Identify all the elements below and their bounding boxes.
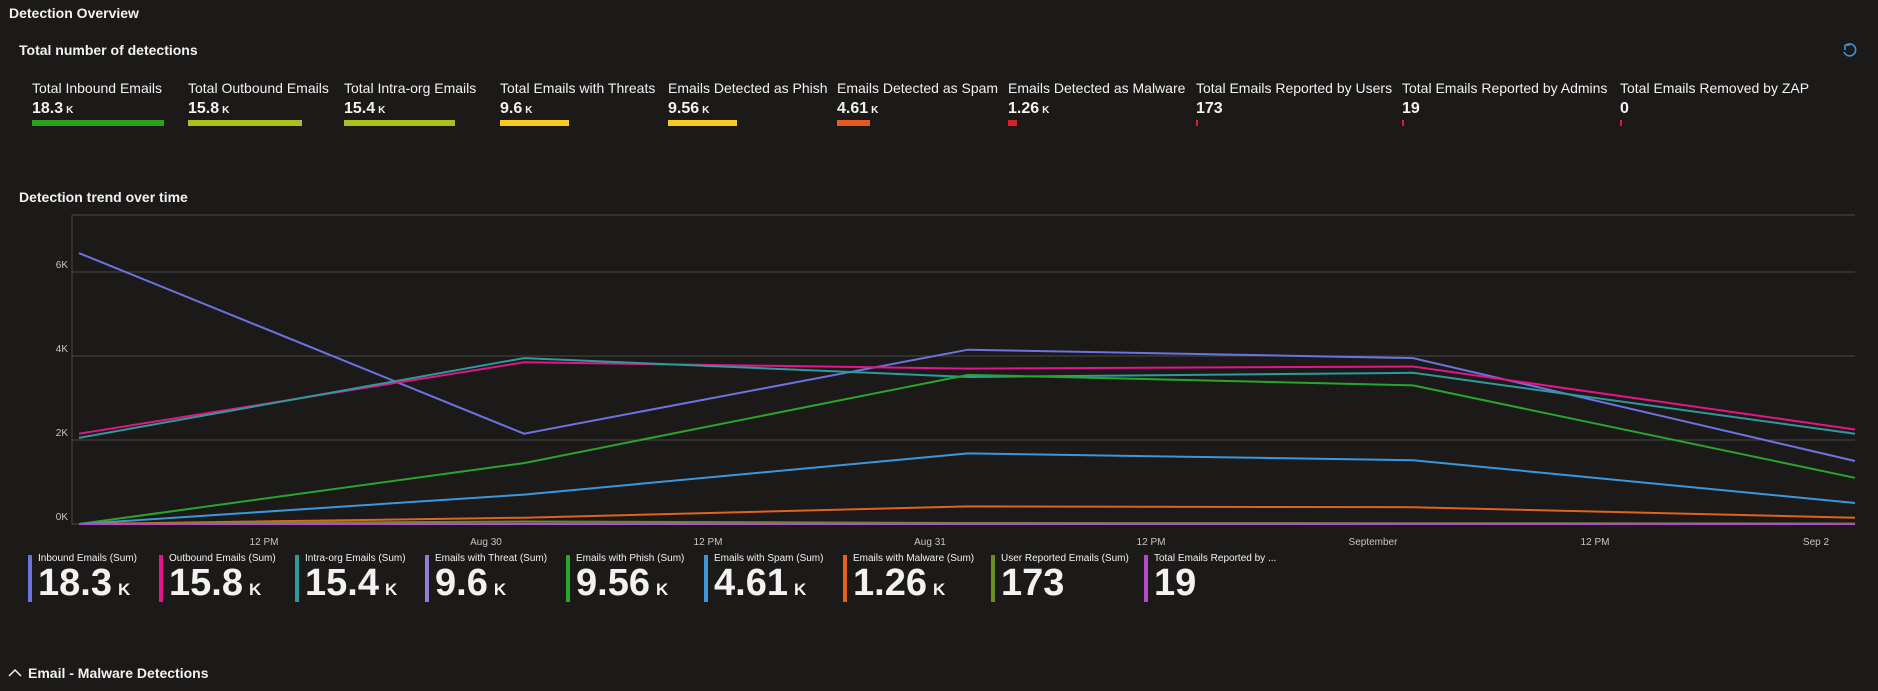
legend-item[interactable]: Outbound Emails (Sum) 15.8 K xyxy=(159,553,276,609)
kpi-label: Total Intra-org Emails xyxy=(344,80,477,96)
kpi-value: 173 xyxy=(1196,100,1223,117)
legend-value: 15.8 K xyxy=(169,562,262,604)
legend-color-bar xyxy=(704,555,708,602)
series-line xyxy=(78,373,1856,525)
legend-item[interactable]: Emails with Threat (Sum) 9.6 K xyxy=(425,553,547,609)
legend-value: 15.4 K xyxy=(305,562,398,604)
kpi-bar xyxy=(1008,120,1018,126)
x-tick-label: 12 PM xyxy=(1137,537,1166,548)
legend-color-bar xyxy=(295,555,299,602)
kpi-bar xyxy=(500,120,569,126)
email-malware-detections-toggle[interactable]: Email - Malware Detections xyxy=(8,665,209,681)
x-tick-label: Aug 30 xyxy=(470,537,502,548)
legend-item[interactable]: Emails with Phish (Sum) 9.56 K xyxy=(566,553,684,609)
x-tick-label: September xyxy=(1349,537,1399,548)
y-tick-label: 2K xyxy=(56,428,69,439)
undo-icon xyxy=(1843,43,1857,57)
kpi-label: Total Inbound Emails xyxy=(32,80,162,96)
x-tick-label: Aug 31 xyxy=(914,537,946,548)
kpi-bar xyxy=(344,120,455,126)
kpi-bar xyxy=(32,120,164,126)
trend-title: Detection trend over time xyxy=(19,189,188,205)
legend-color-bar xyxy=(1144,555,1148,602)
legend-item[interactable]: Emails with Spam (Sum) 4.61 K xyxy=(704,553,823,609)
y-tick-label: 4K xyxy=(56,344,69,355)
kpi-tile[interactable]: Emails Detected as Malware 1.26 K xyxy=(1008,80,1185,126)
kpi-label: Total Emails Reported by Users xyxy=(1196,80,1393,96)
kpi-value: 18.3 K xyxy=(32,100,74,117)
kpi-label: Total Emails Removed by ZAP xyxy=(1620,80,1810,96)
detections-subtitle: Total number of detections xyxy=(19,42,198,58)
kpi-tile[interactable]: Emails Detected as Spam 4.61 K xyxy=(837,80,998,126)
legend-color-bar xyxy=(843,555,847,602)
kpi-tile[interactable]: Total Emails Reported by Admins 19 xyxy=(1402,80,1607,126)
legend-item[interactable]: Inbound Emails (Sum) 18.3 K xyxy=(28,553,137,609)
kpi-label: Emails Detected as Spam xyxy=(837,80,999,96)
kpi-label: Emails Detected as Phish xyxy=(668,80,828,96)
legend-item[interactable]: Emails with Malware (Sum) 1.26 K xyxy=(843,553,974,609)
kpi-value: 9.56 K xyxy=(668,100,710,117)
y-tick-label: 6K xyxy=(56,260,69,271)
kpi-tile[interactable]: Total Emails Removed by ZAP 0 xyxy=(1620,80,1809,126)
legend-color-bar xyxy=(566,555,570,602)
x-tick-label: 12 PM xyxy=(694,537,723,548)
kpi-value: 19 xyxy=(1402,100,1420,117)
kpi-label: Total Emails Reported by Admins xyxy=(1402,80,1608,96)
legend-value: 18.3 K xyxy=(38,562,131,604)
footer-label: Email - Malware Detections xyxy=(28,665,209,681)
x-tick-label: Sep 2 xyxy=(1803,537,1830,548)
section-title: Detection Overview xyxy=(9,5,139,21)
kpi-bar xyxy=(1196,120,1198,126)
legend-color-bar xyxy=(425,555,429,602)
refresh-button[interactable] xyxy=(1838,40,1860,62)
legend-item[interactable]: Total Emails Reported by ... 19 xyxy=(1144,553,1276,602)
series-line xyxy=(78,361,1856,435)
legend-value: 19 xyxy=(1154,562,1197,604)
x-tick-label: 12 PM xyxy=(250,537,279,548)
kpi-value: 15.4 K xyxy=(344,100,386,117)
legend-value: 4.61 K xyxy=(714,562,807,604)
kpi-bar xyxy=(1402,120,1404,126)
kpi-bar xyxy=(1620,120,1622,126)
legend-item[interactable]: User Reported Emails (Sum) 173 xyxy=(991,553,1129,602)
kpi-value: 1.26 K xyxy=(1008,100,1050,117)
series-line xyxy=(78,252,1856,462)
kpi-bar xyxy=(837,120,870,126)
kpi-value: 9.6 K xyxy=(500,100,533,117)
kpi-label: Total Emails with Threats xyxy=(500,80,656,96)
series-line xyxy=(78,452,1856,525)
series-line xyxy=(78,505,1856,525)
kpi-value: 0 xyxy=(1620,100,1629,117)
kpi-tile[interactable]: Total Intra-org Emails 15.4 K xyxy=(344,80,476,126)
x-tick-label: 12 PM xyxy=(1581,537,1610,548)
legend-item[interactable]: Intra-org Emails (Sum) 15.4 K xyxy=(295,553,406,609)
series-line xyxy=(78,520,1856,525)
kpi-bar xyxy=(188,120,302,126)
kpi-tile[interactable]: Total Emails with Threats 9.6 K xyxy=(500,80,655,126)
legend-color-bar xyxy=(28,555,32,602)
kpi-tile[interactable]: Total Outbound Emails 15.8 K xyxy=(188,80,329,126)
legend-color-bar xyxy=(159,555,163,602)
legend-value: 173 xyxy=(1001,562,1065,604)
kpi-bar xyxy=(668,120,737,126)
kpi-label: Emails Detected as Malware xyxy=(1008,80,1186,96)
kpi-value: 4.61 K xyxy=(837,100,879,117)
kpi-tile[interactable]: Emails Detected as Phish 9.56 K xyxy=(668,80,828,126)
kpi-value: 15.8 K xyxy=(188,100,230,117)
series-line xyxy=(78,357,1856,439)
kpi-label: Total Outbound Emails xyxy=(188,80,329,96)
kpi-tile[interactable]: Total Emails Reported by Users 173 xyxy=(1196,80,1392,126)
kpi-tile[interactable]: Total Inbound Emails 18.3 K xyxy=(32,80,164,126)
chevron-up-icon xyxy=(8,665,22,681)
legend-value: 9.56 K xyxy=(576,562,669,604)
legend-color-bar xyxy=(991,555,995,602)
y-tick-label: 0K xyxy=(56,512,69,523)
legend-value: 1.26 K xyxy=(853,562,946,604)
legend-value: 9.6 K xyxy=(435,562,507,604)
